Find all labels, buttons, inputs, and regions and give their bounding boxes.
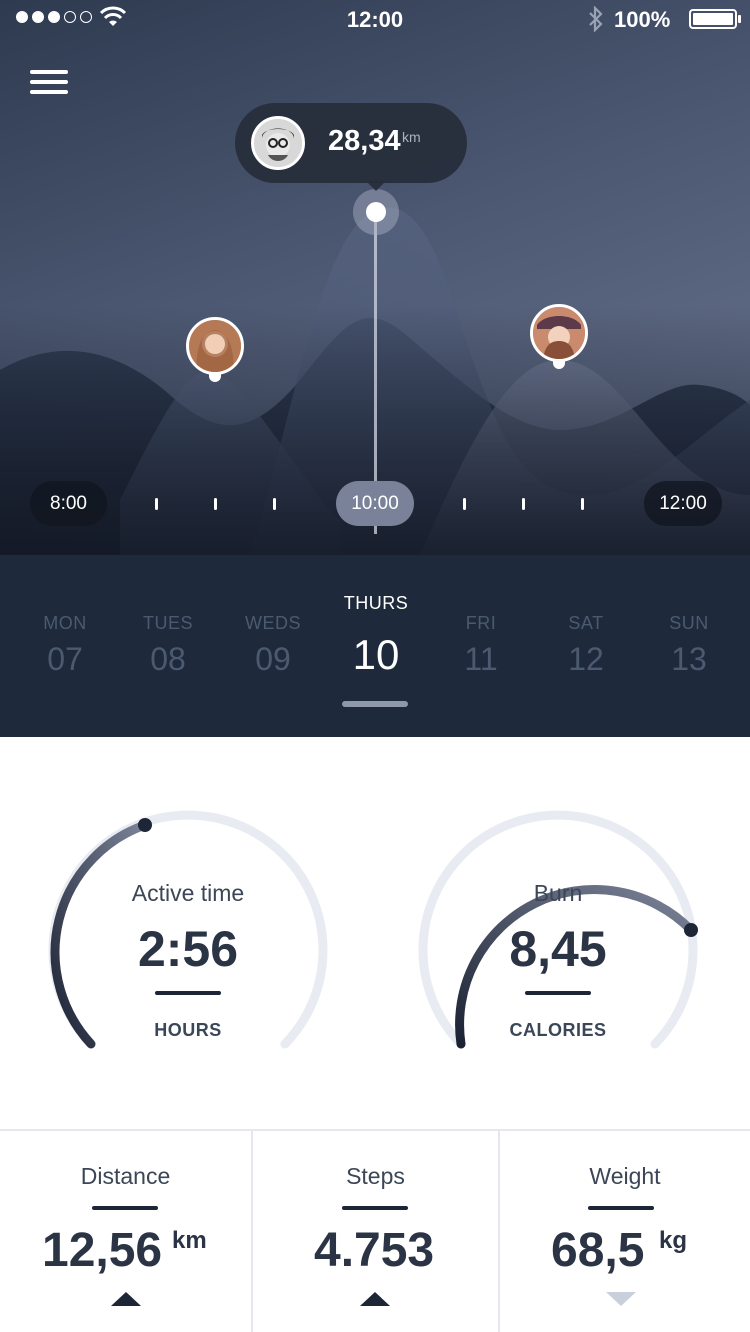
highlight-distance-value: 28,34 [328,125,401,157]
day-name: FRI [465,613,497,633]
distance-stat[interactable]: Distance 12,56 km [0,1131,251,1332]
highlight-distance-unit: km [402,129,421,145]
gauge-unit: CALORIES [509,1020,607,1040]
battery-icon [689,9,737,29]
hamburger-menu-icon[interactable] [30,70,68,94]
gauge-title: Active time [131,880,245,906]
friend-avatar-right[interactable] [530,304,588,362]
battery-percentage: 100% [614,7,671,32]
day-name: TUES [142,613,193,633]
day-number: 09 [255,641,291,677]
time-tick [273,498,276,510]
stat-label: Distance [80,1163,171,1189]
distance-callout: 28,34 km [235,103,467,183]
day-number: 07 [47,641,83,677]
day-number: 10 [352,631,400,678]
time-label-start[interactable]: 8:00 [30,481,107,526]
trend-down-icon [606,1292,636,1306]
gauge-value: 8,45 [509,921,607,977]
gauge-unit: HOURS [154,1020,222,1040]
activity-graph[interactable]: 12:00 100% 28,34 km 8:00 10:00 12:00 [0,0,750,555]
friend-avatar-left[interactable] [186,317,244,375]
active-time-gauge: Active time 2:56 HOURS [38,800,338,1060]
day-name: MON [43,613,87,633]
time-tick [522,498,525,510]
stat-divider [342,1206,408,1210]
gauge-value: 2:56 [137,921,239,977]
time-label-end[interactable]: 12:00 [644,481,722,526]
stat-unit: km [172,1227,207,1254]
burn-gauge: Burn 8,45 CALORIES [408,800,708,1060]
time-tick [214,498,217,510]
stat-divider [588,1206,654,1210]
gauge-divider [155,991,221,995]
stat-unit: kg [659,1227,688,1254]
selected-day-indicator [342,701,408,707]
day-name: SAT [568,613,604,633]
stat-label: Weight [589,1163,661,1189]
day-selector: MON 07 TUES 08 WEDS 09 THURS 10 FRI 11 S… [0,555,750,737]
stat-value: 68,5 [551,1224,645,1277]
time-tick [463,498,466,510]
trend-up-icon [360,1292,390,1306]
time-cursor-handle[interactable] [353,189,399,235]
bluetooth-icon [589,6,603,32]
day-name: THURS [343,593,409,613]
time-label-selected[interactable]: 10:00 [336,481,414,526]
day-number: 08 [150,641,186,677]
day-number: 13 [671,641,707,677]
day-name: WEDS [245,613,301,633]
day-name: SUN [669,613,709,633]
gauge-divider [525,991,591,995]
steps-stat[interactable]: Steps 4.753 [253,1131,498,1332]
day-number: 11 [464,641,498,677]
trend-up-icon [111,1292,141,1306]
status-bar: 12:00 100% [0,0,750,40]
gauge-title: Burn [533,880,583,906]
stat-value: 12,56 [42,1224,163,1277]
day-number: 12 [568,641,604,677]
user-avatar[interactable] [251,116,305,170]
time-tick [581,498,584,510]
stat-value: 4.753 [314,1224,435,1277]
stat-divider [92,1206,158,1210]
weight-stat[interactable]: Weight 68,5 kg [500,1131,750,1332]
time-tick [155,498,158,510]
stats-row: Distance 12,56 km Steps 4.753 Weight 68,… [0,1129,750,1332]
stat-label: Steps [346,1163,405,1189]
